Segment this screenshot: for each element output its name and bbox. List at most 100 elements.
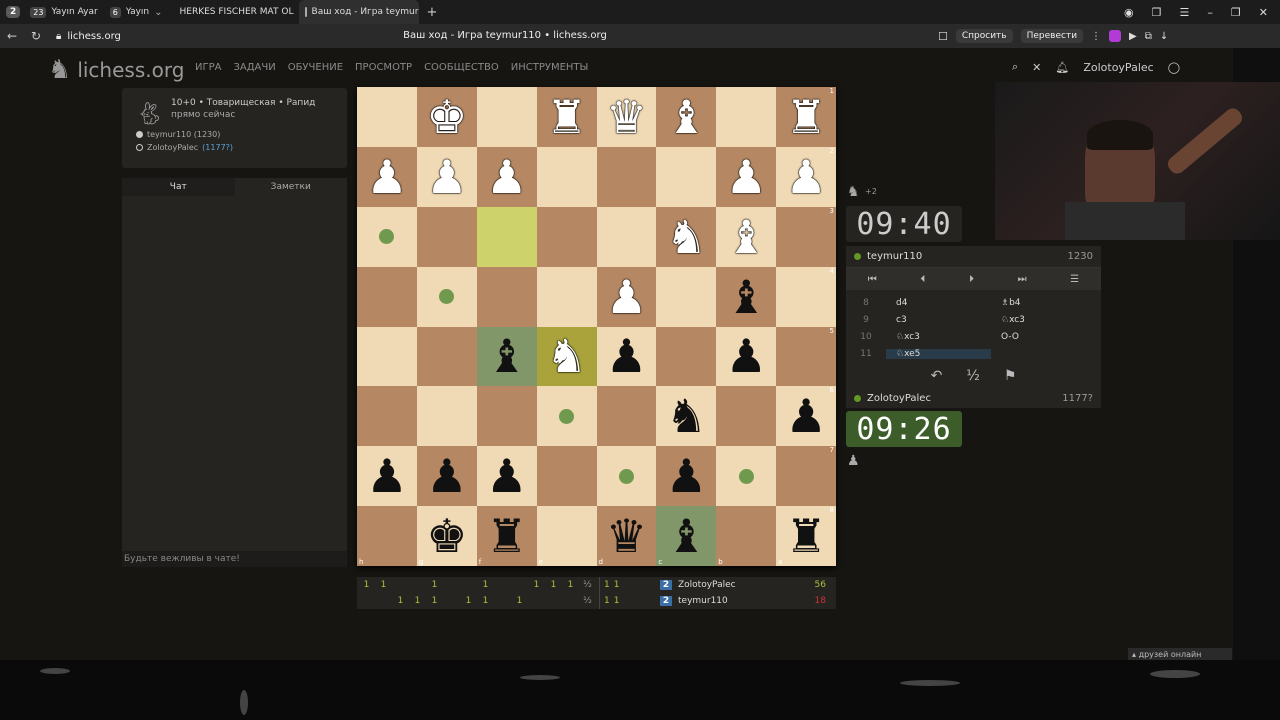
board-square[interactable] xyxy=(656,266,717,327)
board-square[interactable]: ♚ xyxy=(416,87,477,147)
board-square[interactable]: h xyxy=(357,506,417,566)
board-square[interactable]: ♜ 1 xyxy=(776,87,836,147)
board-square[interactable] xyxy=(716,446,777,507)
takeback-icon[interactable]: ↶ xyxy=(931,368,943,384)
game-result[interactable]: 1 xyxy=(604,580,614,590)
white-bishop-icon[interactable]: ♝ xyxy=(666,94,707,140)
board-square[interactable] xyxy=(596,446,657,507)
board-square[interactable]: ♞ xyxy=(656,206,717,267)
white-king-icon[interactable]: ♚ xyxy=(426,94,467,140)
new-tab-icon[interactable]: + xyxy=(427,5,438,20)
board-square[interactable]: ♟ 6 xyxy=(776,386,836,447)
opponent-row[interactable]: teymur110 1230 xyxy=(846,246,1101,268)
white-rook-icon[interactable]: ♜ xyxy=(785,94,826,140)
game-result[interactable]: 1 xyxy=(565,580,576,590)
black-pawn-icon[interactable]: ♟ xyxy=(785,393,826,439)
black-pawn-icon[interactable]: ♟ xyxy=(726,333,767,379)
board-square[interactable]: ♝ xyxy=(656,87,717,147)
black-pawn-icon[interactable]: ♟ xyxy=(366,453,407,499)
menu-community[interactable]: СООБЩЕСТВО xyxy=(424,62,499,73)
board-square[interactable] xyxy=(536,146,597,207)
board-square[interactable]: ♟ xyxy=(656,446,717,507)
white-knight-icon[interactable]: ♞ xyxy=(546,333,587,379)
white-pawn-icon[interactable]: ♟ xyxy=(486,154,527,200)
white-move[interactable]: ♘xe5 xyxy=(886,348,991,359)
game-result[interactable]: 1 xyxy=(614,596,624,606)
board-square[interactable]: ♝ c xyxy=(656,506,717,566)
board-square[interactable]: ♟ xyxy=(357,446,417,507)
board-square[interactable]: ♚ g xyxy=(416,506,477,566)
chat-input[interactable]: Будьте вежливы в чате! xyxy=(122,551,347,567)
board-square[interactable] xyxy=(416,206,477,267)
board-square[interactable]: ♛ xyxy=(596,87,657,147)
black-pawn-icon[interactable]: ♟ xyxy=(426,453,467,499)
black-move[interactable]: O-O xyxy=(991,332,1096,342)
board-square[interactable] xyxy=(357,326,417,387)
board-square[interactable]: ♟ xyxy=(716,146,777,207)
board-square[interactable]: ♞ xyxy=(536,326,597,387)
board-square[interactable] xyxy=(357,386,417,447)
board-square[interactable] xyxy=(536,266,597,327)
tab-yayin[interactable]: 6 Yayın ⌄ xyxy=(104,0,169,24)
black-player-row[interactable]: ZolotoyPalec (1177?) xyxy=(136,143,333,152)
game-result[interactable]: 1 xyxy=(412,596,423,606)
board-square[interactable] xyxy=(596,386,657,447)
board-square[interactable] xyxy=(536,386,597,447)
white-pawn-icon[interactable]: ♟ xyxy=(785,154,826,200)
board-square[interactable]: ♜ f xyxy=(476,506,537,566)
black-bishop-icon[interactable]: ♝ xyxy=(486,333,527,379)
board-square[interactable] xyxy=(716,386,777,447)
menu-tools[interactable]: ИНСТРУМЕНТЫ xyxy=(511,62,589,73)
white-bishop-icon[interactable]: ♝ xyxy=(726,214,767,260)
hamburger-icon[interactable]: ☰ xyxy=(1070,274,1079,285)
black-move[interactable]: ♘xc3 xyxy=(991,315,1096,325)
white-rook-icon[interactable]: ♜ xyxy=(546,94,587,140)
prev-move-icon[interactable]: ⏴ xyxy=(920,274,925,285)
chevron-down-icon[interactable]: ⌄ xyxy=(154,7,162,18)
board-square[interactable] xyxy=(357,266,417,327)
black-rook-icon[interactable]: ♜ xyxy=(785,513,826,559)
black-bishop-icon[interactable]: ♝ xyxy=(666,513,707,559)
black-bishop-icon[interactable]: ♝ xyxy=(726,274,767,320)
tab-lichess[interactable]: Ваш ход - Игра teymur✕ xyxy=(298,0,419,24)
game-result[interactable]: 1 xyxy=(361,580,372,590)
next-move-icon[interactable]: ⏵ xyxy=(969,274,974,285)
white-player-row[interactable]: teymur110 (1230) xyxy=(136,130,333,139)
board-square[interactable]: ♟ xyxy=(416,446,477,507)
resign-flag-icon[interactable]: ⚑ xyxy=(1004,368,1017,384)
game-result[interactable]: 1 xyxy=(378,580,389,590)
board-square[interactable]: ♟ xyxy=(357,146,417,207)
board-square[interactable] xyxy=(596,206,657,267)
menu-play[interactable]: ИГРА xyxy=(195,62,221,73)
white-move[interactable]: d4 xyxy=(886,298,991,308)
white-move[interactable]: ♘xc3 xyxy=(886,332,991,342)
board-square[interactable]: e xyxy=(536,506,597,566)
menu-icon[interactable]: ☰ xyxy=(1180,6,1190,19)
search-icon[interactable]: ⌕ xyxy=(1012,60,1018,74)
game-result[interactable]: 1 xyxy=(531,580,542,590)
tab-yayin-ayar[interactable]: 23 Yayın Ayar xyxy=(24,0,103,24)
extensions-icon[interactable]: ⧉ xyxy=(1145,31,1152,42)
board-square[interactable]: 7 xyxy=(776,446,836,507)
board-square[interactable]: ♛ d xyxy=(596,506,657,566)
white-pawn-icon[interactable]: ♟ xyxy=(726,154,767,200)
username-link[interactable]: ZolotoyPalec xyxy=(1083,61,1153,74)
translate-button[interactable]: Перевести xyxy=(1020,29,1084,43)
download-icon[interactable]: ↓ xyxy=(1160,31,1168,42)
extension-icon[interactable] xyxy=(1109,30,1122,42)
menu-learn[interactable]: ОБУЧЕНИЕ xyxy=(288,62,343,73)
board-square[interactable]: 3 xyxy=(776,206,836,267)
board-square[interactable]: ♝ xyxy=(716,266,777,327)
board-square[interactable] xyxy=(716,87,777,147)
ask-button[interactable]: Спросить xyxy=(955,29,1013,43)
black-queen-icon[interactable]: ♛ xyxy=(606,513,647,559)
board-square[interactable] xyxy=(416,386,477,447)
black-pawn-icon[interactable]: ♟ xyxy=(606,333,647,379)
board-square[interactable]: ♟ xyxy=(596,326,657,387)
board-square[interactable] xyxy=(536,206,597,267)
game-result[interactable]: 1 xyxy=(514,596,525,606)
white-queen-icon[interactable]: ♛ xyxy=(606,94,647,140)
board-square[interactable] xyxy=(476,87,537,147)
game-result[interactable]: ½ xyxy=(582,596,593,606)
board-square[interactable]: ♜ xyxy=(536,87,597,147)
